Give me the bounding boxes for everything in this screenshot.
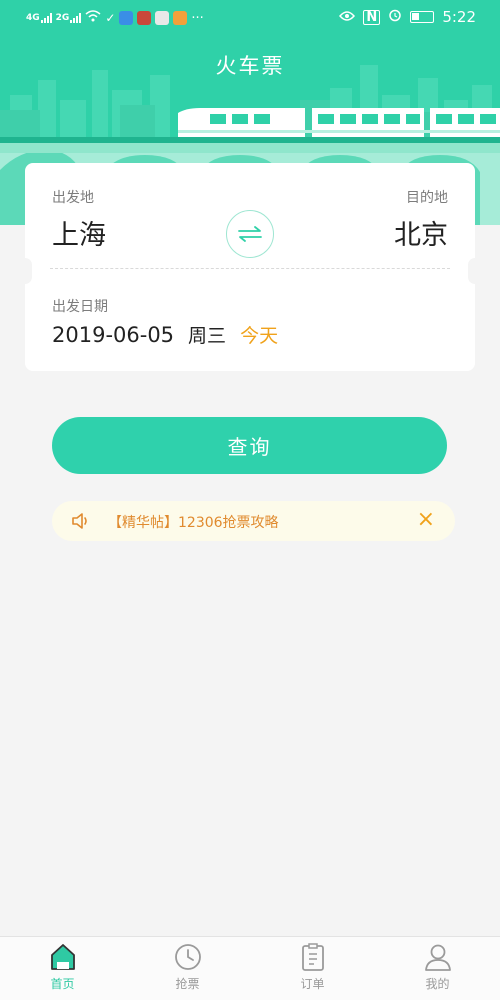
ticket-notch-left [18,258,32,284]
notice-text[interactable]: 【精华帖】12306抢票攻略 [108,512,279,532]
dashed-divider [50,268,450,269]
to-city[interactable]: 北京 [394,213,448,252]
tab-grab-tickets[interactable]: 抢票 [125,937,250,1000]
to-label: 目的地 [406,190,448,206]
tab-label: 首页 [50,977,75,991]
notice-bar[interactable]: 【精华帖】12306抢票攻略 × [52,501,455,541]
wifi-icon [85,10,101,26]
nfc-icon: N [363,9,381,25]
user-icon [424,944,451,971]
app-icon [137,11,152,25]
page-title: 火车票 [215,54,285,78]
more-notifications-icon: ··· [191,10,204,26]
route-card: 出发地 上海 目的地 北京 出发日期 2019-06-05 周三 今天 [18,163,482,371]
tab-orders[interactable]: 订单 [250,937,375,1000]
ticket-notch-right [468,258,482,284]
swap-arrows-icon [238,226,262,242]
search-button[interactable]: 查询 [52,417,447,474]
close-icon[interactable]: × [417,509,435,531]
alarm-icon [388,8,402,26]
tab-label: 我的 [425,977,450,991]
status-bar: 4G 2G ✓ ··· N 5:22 [0,0,500,36]
bottom-tab-bar: 首页 抢票 订单 我的 [0,936,500,1000]
app-icon [173,11,188,25]
tab-label: 订单 [300,977,325,991]
from-label: 出发地 [52,190,94,206]
weekday: 周三 [188,325,227,347]
app-icon [119,11,134,25]
today-badge: 今天 [240,325,279,347]
tab-profile[interactable]: 我的 [375,937,500,1000]
tab-label: 抢票 [175,977,200,991]
check-icon: ✓ [105,11,116,25]
signal-label: 2G [55,13,70,23]
from-city[interactable]: 上海 [52,213,106,252]
signal-4g-icon: 4G [26,13,52,23]
date-selector[interactable]: 2019-06-05 周三 今天 [52,321,278,348]
eye-icon [339,8,356,26]
order-list-icon [301,943,324,971]
signal-label: 4G [26,13,40,23]
tab-home[interactable]: 首页 [0,937,125,1000]
date-value: 2019-06-05 [52,323,175,347]
app-icon [155,11,170,25]
swap-cities-button[interactable] [226,210,274,258]
date-label: 出发日期 [52,299,108,315]
home-icon [50,944,75,970]
clock-time: 5:22 [442,8,476,26]
clock-icon [174,944,201,970]
battery-icon [410,11,435,23]
speaker-icon [70,511,92,535]
signal-2g-icon: 2G [56,13,82,23]
